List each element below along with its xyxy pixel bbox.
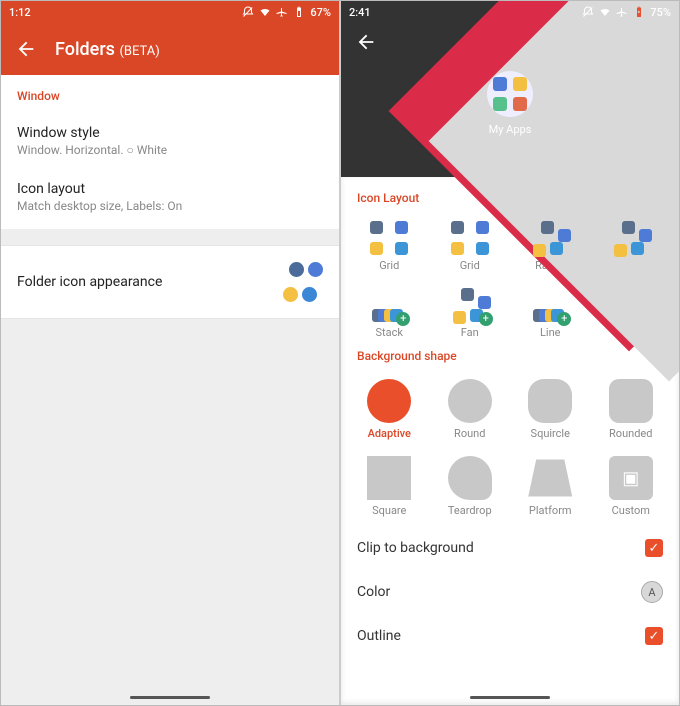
layout-grid-2[interactable]: Grid: [430, 215, 511, 282]
toolbar-title: Folders (BETA): [55, 39, 160, 60]
row-icon-layout[interactable]: Icon layout Match desktop size, Labels: …: [1, 169, 339, 229]
section-window: Window: [1, 75, 339, 113]
folder-label: My Apps: [489, 123, 532, 136]
airplane-icon: [276, 6, 288, 18]
battery-icon: [293, 6, 305, 18]
shape-custom[interactable]: ▣Custom: [591, 450, 672, 527]
do-not-disturb-icon: [242, 6, 254, 18]
preview-header: 2:41 75% My Apps: [341, 1, 679, 177]
checkbox-icon[interactable]: ✓: [645, 627, 663, 645]
airplane-icon: [616, 6, 628, 18]
status-right: 75%: [582, 6, 671, 19]
status-time: 2:41: [349, 6, 371, 19]
wifi-icon: [259, 6, 271, 18]
layout-stack[interactable]: +Stack: [349, 282, 430, 349]
status-battery: 67%: [310, 6, 331, 19]
shape-squircle[interactable]: Squircle: [510, 373, 591, 450]
wifi-icon: [599, 6, 611, 18]
row-window-style[interactable]: Window style Window. Horizontal. ○ White: [1, 113, 339, 169]
row-outline[interactable]: Outline ✓: [341, 615, 679, 645]
shape-adaptive[interactable]: Adaptive: [349, 373, 430, 450]
battery-charging-icon: [633, 6, 645, 18]
color-swatch[interactable]: A: [641, 581, 663, 603]
row-folder-appearance[interactable]: Folder icon appearance: [1, 245, 339, 319]
row-clip-to-background[interactable]: Clip to background ✓: [341, 527, 679, 569]
folder-preview[interactable]: My Apps: [487, 71, 533, 136]
layout-fan[interactable]: +Fan: [430, 282, 511, 349]
shape-options: Adaptive Round Squircle Rounded Square T…: [341, 369, 679, 527]
shape-round[interactable]: Round: [430, 373, 511, 450]
home-indicator[interactable]: [470, 696, 550, 699]
shape-rounded[interactable]: Rounded: [591, 373, 672, 450]
shape-teardrop[interactable]: Teardrop: [430, 450, 511, 527]
status-right: 67%: [242, 6, 331, 19]
section-bg-shape: Background shape: [341, 349, 679, 369]
back-icon[interactable]: [15, 38, 37, 60]
home-indicator[interactable]: [130, 696, 210, 699]
status-time: 1:12: [9, 6, 31, 19]
left-phone: 1:12 67% Folders (BETA) Window Window st…: [1, 1, 339, 705]
toolbar: Folders (BETA): [1, 23, 339, 75]
status-bar: 2:41 75%: [341, 1, 679, 23]
checkbox-icon[interactable]: ✓: [645, 539, 663, 557]
shape-square[interactable]: Square: [349, 450, 430, 527]
do-not-disturb-icon: [582, 6, 594, 18]
status-battery: 75%: [650, 6, 671, 19]
row-color[interactable]: Color A: [341, 569, 679, 615]
folder-preview-icon: [283, 262, 323, 302]
right-phone: 2:41 75% My Apps Icon Layout Grid: [341, 1, 679, 705]
shape-platform[interactable]: Platform: [510, 450, 591, 527]
back-button[interactable]: [355, 31, 377, 57]
status-bar: 1:12 67%: [1, 1, 339, 23]
layout-grid-1[interactable]: Grid: [349, 215, 430, 282]
